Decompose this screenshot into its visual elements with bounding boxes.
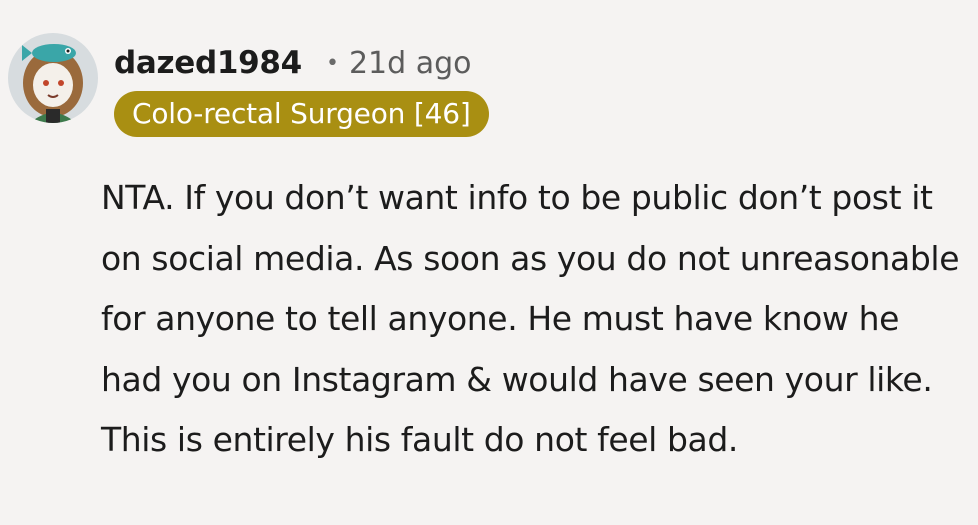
user-avatar-icon[interactable] — [8, 33, 98, 123]
user-flair-badge: Colo-rectal Surgeon [46] — [114, 91, 489, 137]
meta-separator: • — [325, 50, 339, 76]
comment-body: NTA. If you don’t want info to be public… — [101, 168, 966, 471]
comment-text: NTA. If you don’t want info to be public… — [101, 178, 960, 459]
comment-timestamp[interactable]: 21d ago — [349, 46, 472, 81]
username-link[interactable]: dazed1984 — [114, 45, 302, 81]
comment: dazed1984 • 21d ago Colo-rectal Surgeon … — [0, 0, 978, 525]
comment-header: dazed1984 • 21d ago — [114, 40, 471, 86]
